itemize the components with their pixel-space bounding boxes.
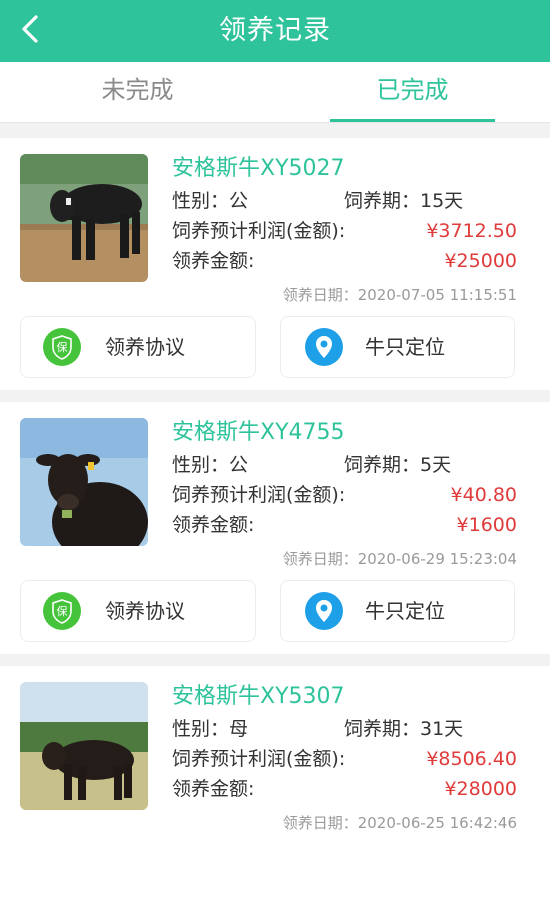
- profit-label: 饲养预计利润(金额):: [172, 748, 346, 770]
- period-text: 饲养期：5天: [344, 454, 452, 476]
- tab-bar: 未完成 已完成: [0, 62, 550, 123]
- location-pin-icon: [305, 328, 343, 366]
- cow-name[interactable]: 安格斯牛XY5027: [172, 152, 517, 186]
- amount-label: 领养金额:: [172, 514, 255, 536]
- record-info: 安格斯牛XY5027 性别：公 饲养期：15天 饲养预计利润(金额): ¥371…: [172, 152, 517, 276]
- period-text: 饲养期：31天: [344, 718, 464, 740]
- amount-value: ¥25000: [444, 250, 517, 272]
- adopt-date: 领养日期：2020-06-29 15:23:04: [282, 550, 517, 568]
- locate-button[interactable]: 牛只定位: [280, 580, 515, 642]
- cow-photo[interactable]: [20, 154, 148, 282]
- record-card: 安格斯牛XY5027 性别：公 饲养期：15天 饲养预计利润(金额): ¥371…: [0, 138, 550, 390]
- profit-label: 饲养预计利润(金额):: [172, 220, 346, 242]
- tab-completed[interactable]: 已完成: [275, 62, 550, 122]
- gender-text: 性别：母: [172, 718, 249, 740]
- shield-badge-icon: 保: [43, 328, 81, 366]
- amount-value: ¥28000: [444, 778, 517, 800]
- cow-photo[interactable]: [20, 418, 148, 546]
- agreement-label: 领养协议: [105, 599, 185, 623]
- locate-label: 牛只定位: [365, 335, 445, 359]
- agreement-button[interactable]: 保 领养协议: [20, 316, 256, 378]
- record-card: 安格斯牛XY5307 性别：母 饲养期：31天 饲养预计利润(金额): ¥850…: [0, 666, 550, 918]
- locate-label: 牛只定位: [365, 599, 445, 623]
- agreement-button[interactable]: 保 领养协议: [20, 580, 256, 642]
- record-info: 安格斯牛XY5307 性别：母 饲养期：31天 饲养预计利润(金额): ¥850…: [172, 680, 517, 804]
- tab-incomplete[interactable]: 未完成: [0, 62, 275, 122]
- cow-photo[interactable]: [20, 682, 148, 810]
- record-card: 安格斯牛XY4755 性别：公 饲养期：5天 饲养预计利润(金额): ¥40.8…: [0, 402, 550, 654]
- profit-label: 饲养预计利润(金额):: [172, 484, 346, 506]
- adopt-date: 领养日期：2020-07-05 11:15:51: [282, 286, 517, 304]
- app-header: 领养记录: [0, 0, 550, 62]
- page-title: 领养记录: [219, 15, 331, 46]
- cow-name[interactable]: 安格斯牛XY4755: [172, 416, 517, 450]
- location-pin-icon: [305, 592, 343, 630]
- profit-value: ¥40.80: [450, 484, 517, 506]
- amount-value: ¥1600: [456, 514, 517, 536]
- record-info: 安格斯牛XY4755 性别：公 饲养期：5天 饲养预计利润(金额): ¥40.8…: [172, 416, 517, 540]
- shield-badge-icon: 保: [43, 592, 81, 630]
- amount-label: 领养金额:: [172, 778, 255, 800]
- gender-text: 性别：公: [172, 190, 249, 212]
- svg-text:保: 保: [57, 604, 68, 618]
- agreement-label: 领养协议: [105, 335, 185, 359]
- profit-value: ¥3712.50: [426, 220, 517, 242]
- locate-button[interactable]: 牛只定位: [280, 316, 515, 378]
- gender-text: 性别：公: [172, 454, 249, 476]
- svg-text:保: 保: [57, 340, 68, 354]
- amount-label: 领养金额:: [172, 250, 255, 272]
- profit-value: ¥8506.40: [426, 748, 517, 770]
- cow-name[interactable]: 安格斯牛XY5307: [172, 680, 517, 714]
- period-text: 饲养期：15天: [344, 190, 464, 212]
